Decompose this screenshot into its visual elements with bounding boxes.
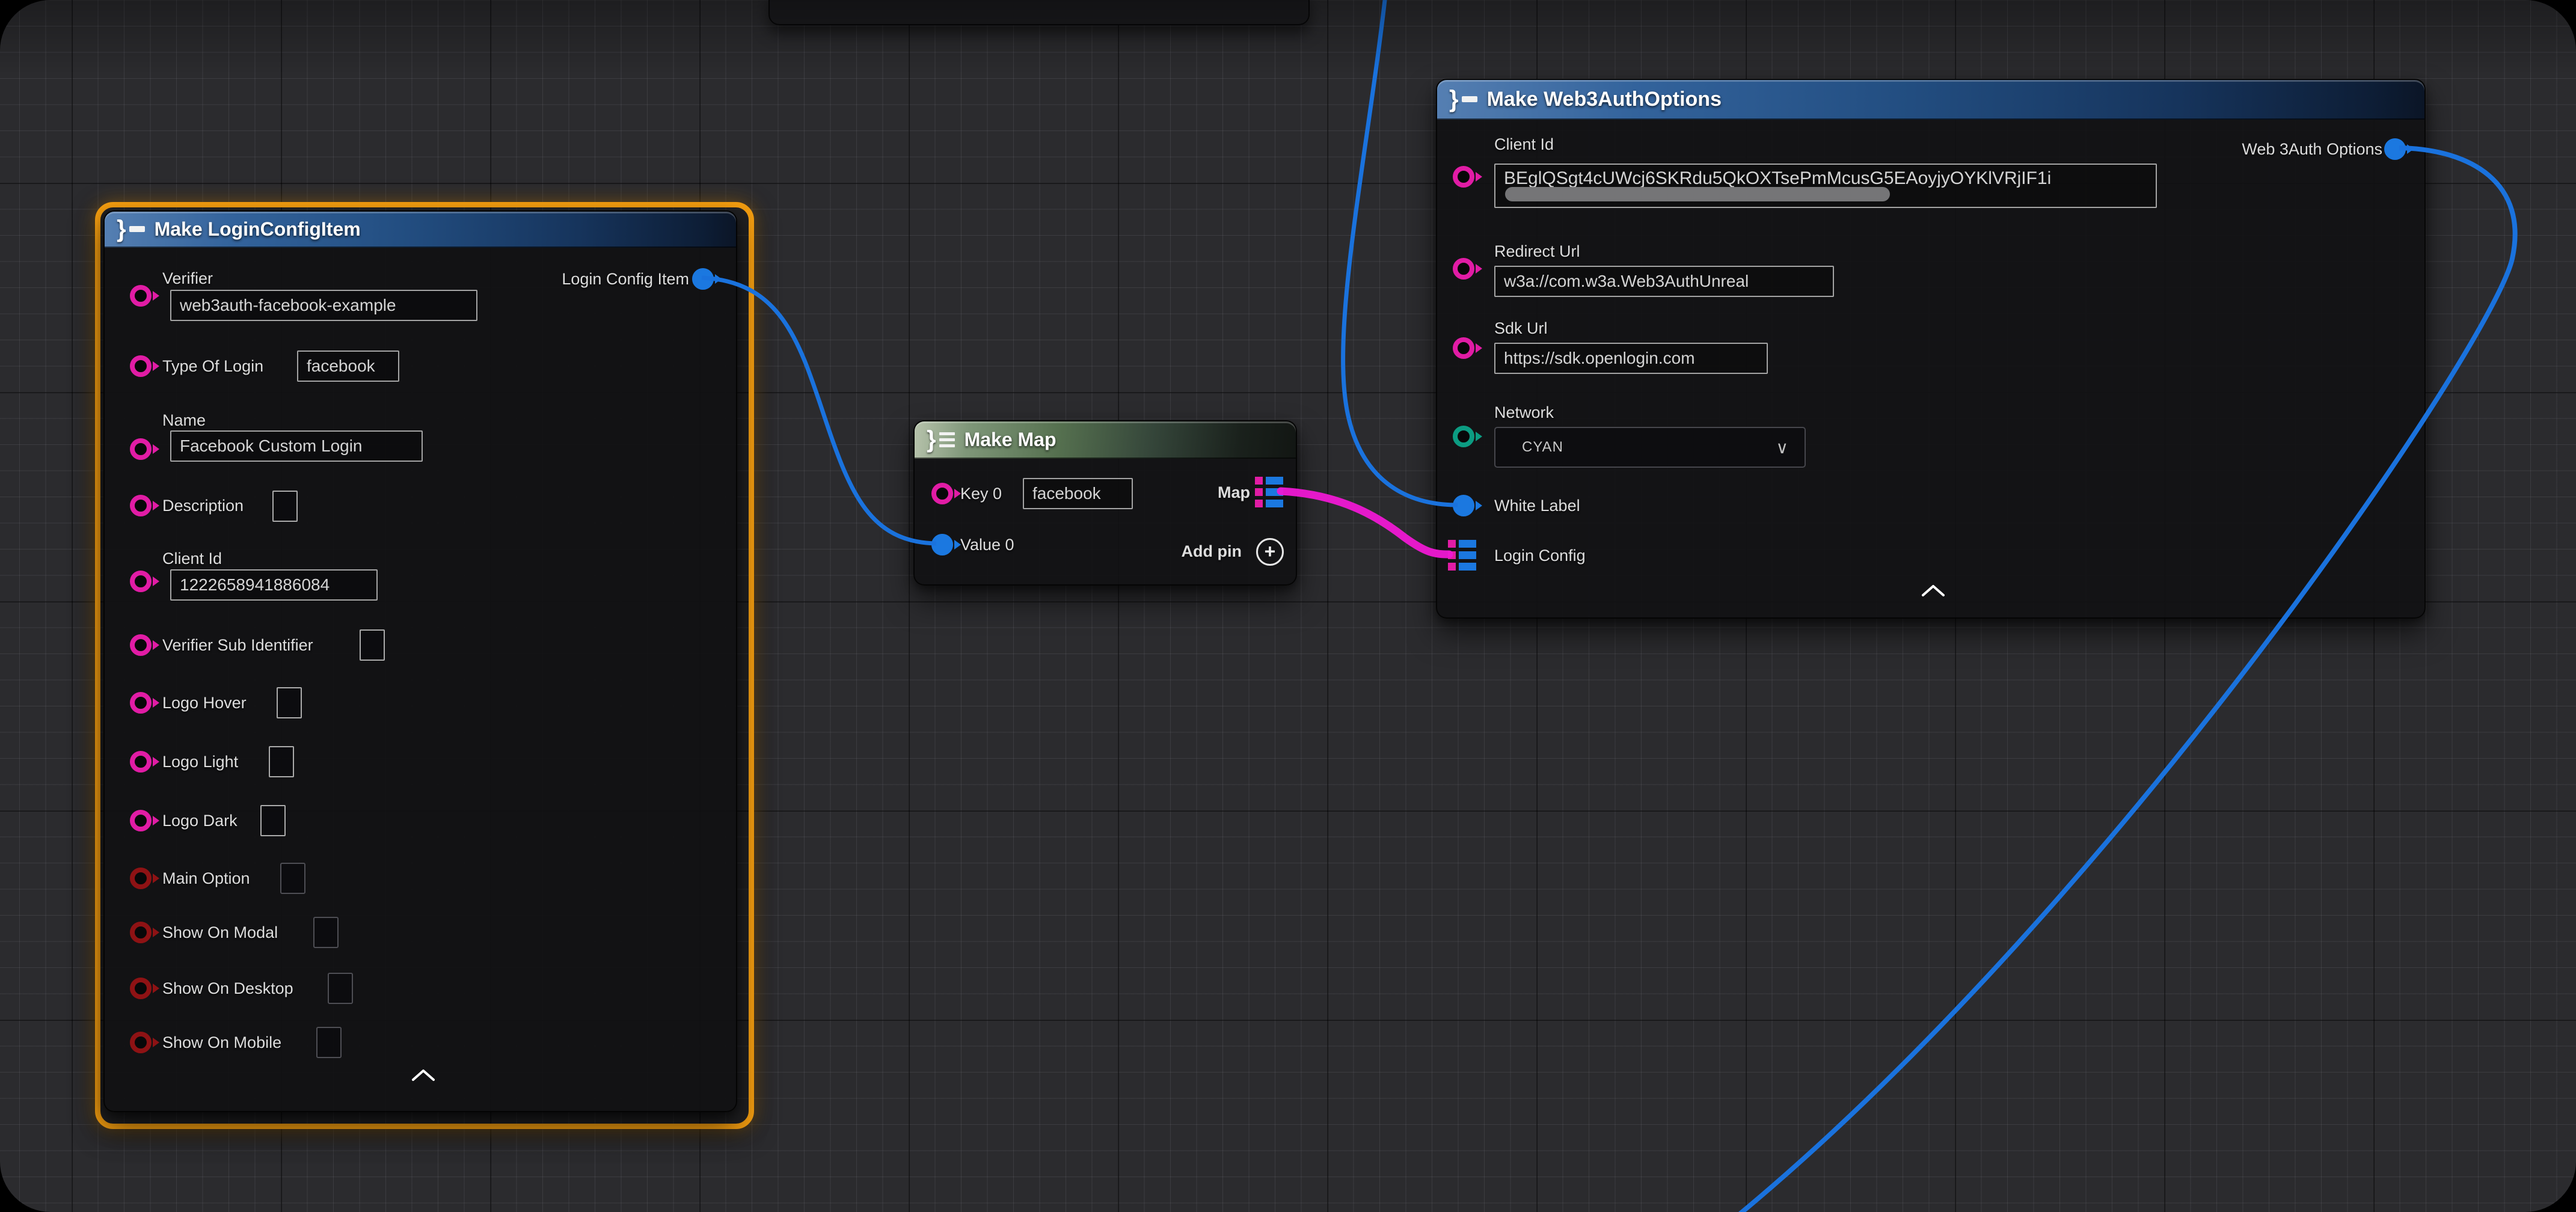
pin-type-of-login[interactable] [130, 355, 152, 377]
pin-logo-light[interactable] [130, 751, 152, 773]
pin-show-on-desktop[interactable] [130, 978, 152, 999]
node-title: Make Map [964, 429, 1056, 451]
pin-network[interactable] [1453, 426, 1474, 447]
node-title: Make LoginConfigItem [155, 218, 361, 240]
node-make-loginconfigitem[interactable]: } Make LoginConfigItem Verifier web3auth… [103, 210, 737, 1112]
pin-client-id[interactable] [130, 571, 152, 592]
logo-light-input[interactable] [269, 746, 294, 777]
pin-label: Key 0 [960, 483, 1002, 504]
node-header[interactable]: } Make Web3AuthOptions [1437, 80, 2424, 120]
verifier-sub-identifier-input[interactable] [360, 629, 385, 661]
make-struct-icon: } [117, 217, 145, 241]
text-scrollbar[interactable] [1505, 187, 1890, 201]
pin-show-on-modal[interactable] [130, 922, 152, 943]
node-make-web3authoptions[interactable]: } Make Web3AuthOptions Client Id BEglQSg… [1436, 79, 2426, 619]
pin-description[interactable] [130, 495, 152, 516]
pin-label: Main Option [162, 868, 250, 889]
add-pin-icon[interactable]: + [1256, 538, 1284, 566]
pin-label: Logo Dark [162, 810, 238, 831]
pin-label: Value 0 [960, 534, 1014, 555]
pin-label: Show On Modal [162, 922, 278, 943]
output-pin-label: Login Config Item [562, 269, 689, 289]
pin-verifier[interactable] [130, 285, 152, 307]
pin-label: Client Id [162, 548, 222, 569]
pin-logo-dark[interactable] [130, 810, 152, 831]
pin-show-on-mobile[interactable] [130, 1032, 152, 1053]
network-dropdown[interactable]: CYAN ∨ [1494, 427, 1806, 468]
pin-label: Show On Desktop [162, 978, 293, 999]
output-pin-label: Map [1218, 482, 1250, 503]
pin-label: Logo Hover [162, 693, 247, 713]
make-map-icon: } [927, 427, 955, 451]
pin-label: Verifier [162, 268, 213, 289]
pin-label: Client Id [1494, 134, 1554, 155]
pin-main-option[interactable] [130, 868, 152, 889]
pin-key-0[interactable] [931, 483, 953, 504]
network-value: CYAN [1522, 439, 1563, 456]
pin-sdk-url[interactable] [1453, 337, 1474, 359]
pin-logo-hover[interactable] [130, 692, 152, 714]
pin-redirect-url[interactable] [1453, 258, 1474, 280]
show-on-mobile-checkbox[interactable] [316, 1027, 342, 1058]
pin-label: Verifier Sub Identifier [162, 635, 313, 655]
client-id-input[interactable]: 1222658941886084 [170, 569, 378, 601]
pin-label: Redirect Url [1494, 241, 1580, 262]
key-0-input[interactable]: facebook [1023, 478, 1133, 509]
pin-label: Type Of Login [162, 356, 263, 376]
pin-verifier-sub-identifier[interactable] [130, 634, 152, 656]
node-header[interactable]: } Make Map [915, 421, 1296, 459]
pin-label: Login Config [1494, 545, 1586, 566]
client-id-input[interactable]: BEglQSgt4cUWcj6SKRdu5QkOXTsePmMcusG5EAoy… [1494, 164, 2157, 208]
pin-label: Name [162, 410, 206, 430]
offscreen-node-bottom[interactable] [768, 0, 1310, 25]
pin-label: White Label [1494, 495, 1580, 516]
graph-canvas[interactable]: } Make LoginConfigItem Verifier web3auth… [0, 0, 2576, 1212]
client-id-text: BEglQSgt4cUWcj6SKRdu5QkOXTsePmMcusG5EAoy… [1504, 168, 2051, 189]
node-title: Make Web3AuthOptions [1487, 88, 1722, 111]
type-of-login-input[interactable]: facebook [297, 350, 399, 382]
show-on-modal-checkbox[interactable] [313, 917, 339, 948]
main-option-checkbox[interactable] [280, 863, 305, 894]
sdk-url-input[interactable]: https://sdk.openlogin.com [1494, 343, 1768, 374]
chevron-down-icon: ∨ [1776, 438, 1789, 458]
pin-label: Description [162, 495, 244, 516]
add-pin-label[interactable]: Add pin [1182, 541, 1242, 562]
redirect-url-input[interactable]: w3a://com.w3a.Web3AuthUnreal [1494, 266, 1834, 297]
collapse-node-icon[interactable] [1918, 582, 1948, 599]
pin-label: Show On Mobile [162, 1032, 281, 1053]
name-input[interactable]: Facebook Custom Login [170, 430, 423, 462]
show-on-desktop-checkbox[interactable] [328, 973, 353, 1004]
make-struct-icon: } [1449, 87, 1477, 111]
logo-hover-input[interactable] [277, 687, 302, 718]
node-make-map[interactable]: } Make Map Key 0 facebook Map Value 0 Ad… [913, 420, 1297, 586]
pin-label: Logo Light [162, 751, 238, 772]
pin-name[interactable] [130, 438, 152, 460]
logo-dark-input[interactable] [260, 805, 286, 836]
pin-label: Sdk Url [1494, 318, 1548, 338]
output-pin-label: Web 3Auth Options [2242, 139, 2382, 159]
pin-client-id[interactable] [1453, 166, 1474, 188]
description-input[interactable] [272, 491, 298, 522]
collapse-node-icon[interactable] [408, 1067, 438, 1083]
pin-label: Network [1494, 402, 1554, 423]
verifier-input[interactable]: web3auth-facebook-example [170, 290, 477, 321]
node-header[interactable]: } Make LoginConfigItem [105, 212, 736, 248]
